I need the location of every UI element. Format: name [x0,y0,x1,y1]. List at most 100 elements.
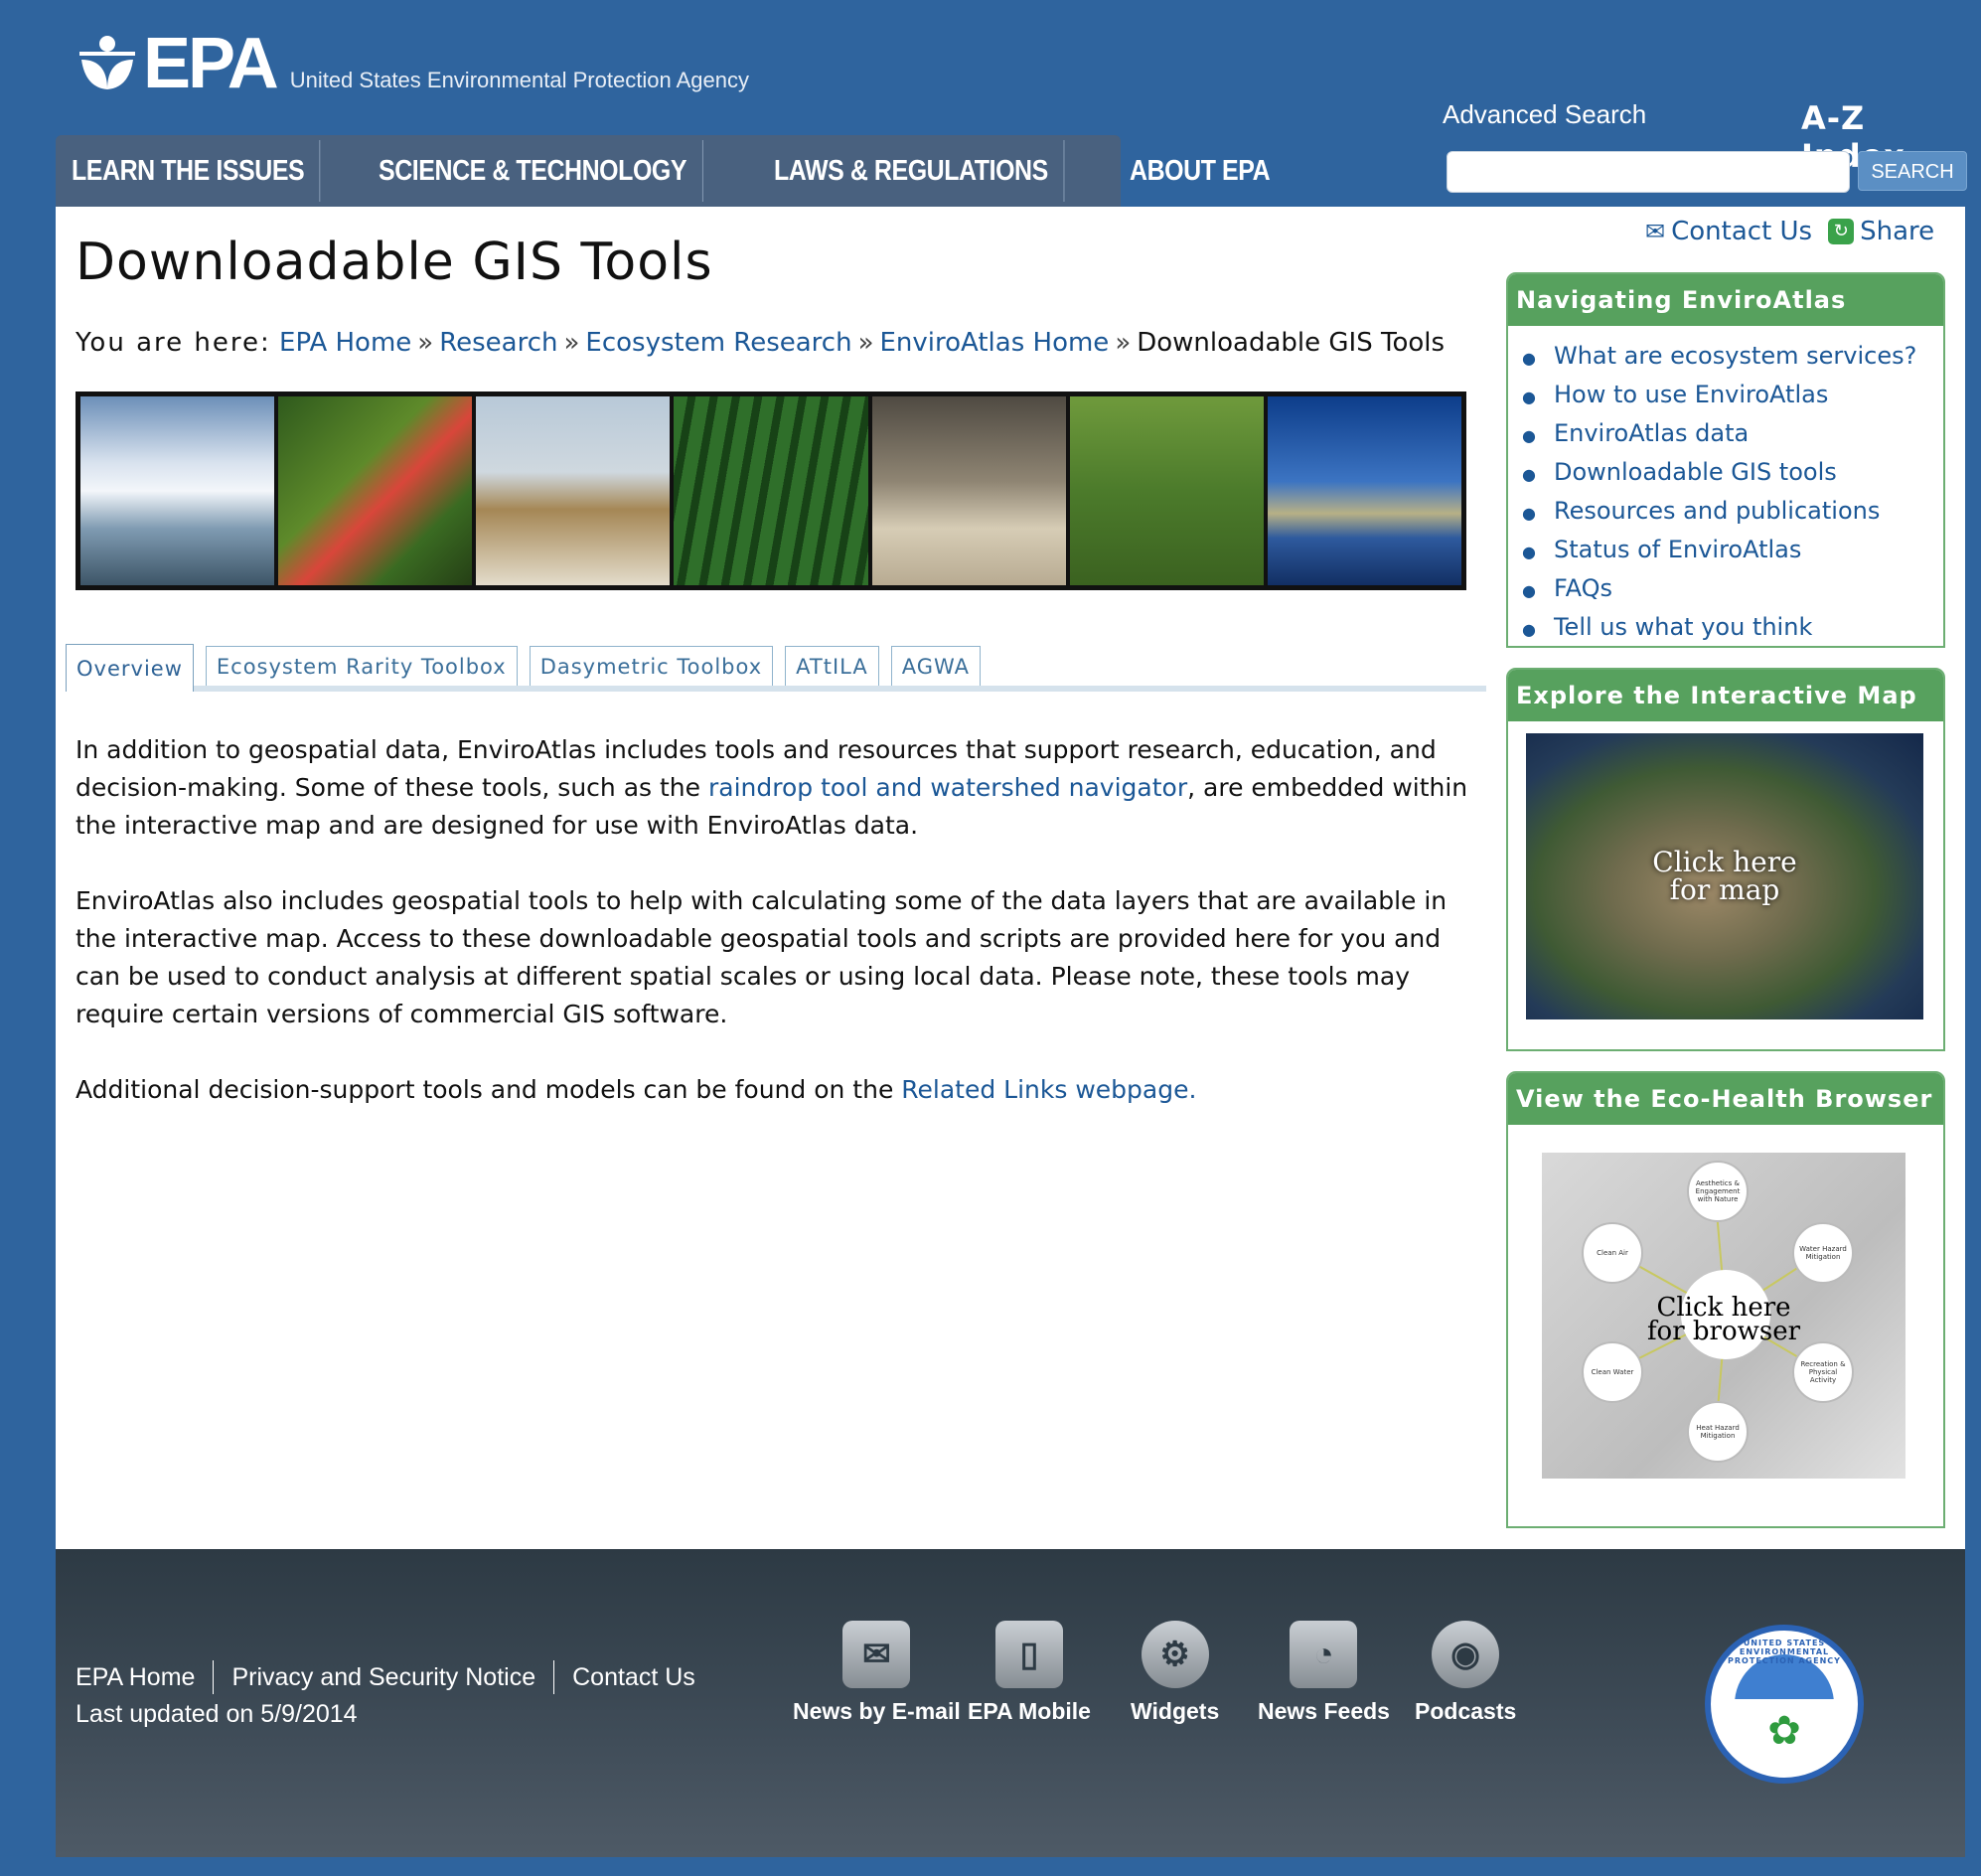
paragraph-1: In addition to geospatial data, EnviroAt… [76,731,1476,845]
last-updated: Last updated on 5/9/2014 [76,1700,358,1728]
link-status[interactable]: Status of EnviroAtlas [1554,536,1801,563]
eco-health-browser-thumbnail[interactable]: Aesthetics & Engagement with Nature Clea… [1542,1153,1905,1479]
eco-browser-label: Click here for browser [1542,1295,1905,1346]
widgets-label: Widgets [1131,1698,1220,1724]
list-item: ● How to use EnviroAtlas [1522,377,1943,415]
epa-logo[interactable]: EPA United States Environmental Protecti… [77,24,749,103]
tab-bar: Overview Ecosystem Rarity Toolbox Dasyme… [66,644,1486,692]
bullet-icon: ● [1522,620,1536,639]
link-downloadable-gis-tools[interactable]: Downloadable GIS tools [1554,458,1837,486]
paragraph-3: Additional decision-support tools and mo… [76,1071,1476,1109]
site-header: EPA United States Environmental Protecti… [0,0,1981,207]
eco-node-clean-air: Clean Air [1582,1222,1643,1284]
news-by-email-link[interactable]: ✉ News by E-mail [793,1621,961,1725]
link-tell-us[interactable]: Tell us what you think [1554,613,1812,641]
logo-text: EPA [143,24,279,103]
news-feeds-link[interactable]: ◔ News Feeds [1258,1621,1390,1725]
bullet-icon: ● [1522,581,1536,600]
link-how-to-use[interactable]: How to use EnviroAtlas [1554,381,1828,408]
podcast-icon: ◉ [1432,1621,1500,1688]
epa-flower-icon [79,36,135,89]
tab-overview[interactable]: Overview [66,644,194,692]
link-ecosystem-services[interactable]: What are ecosystem services? [1554,342,1916,370]
eco-node-heat-hazard: Heat Hazard Mitigation [1687,1401,1749,1463]
interactive-map-thumbnail[interactable]: Click here for map [1526,733,1923,1019]
nav-laws-regulations[interactable]: LAWS & REGULATIONS [774,140,1065,202]
breadcrumb-epa-home[interactable]: EPA Home [279,328,411,358]
widgets-link[interactable]: ⚙ Widgets [1131,1621,1219,1725]
paragraph-3-text: Additional decision-support tools and mo… [76,1075,902,1104]
nav-science-technology[interactable]: SCIENCE & TECHNOLOGY [379,140,703,202]
overview-text: In addition to geospatial data, EnviroAt… [76,731,1476,1147]
footer-contact-link[interactable]: Contact Us [572,1663,695,1691]
related-links-link[interactable]: Related Links webpage. [901,1075,1196,1104]
advanced-search-link[interactable]: Advanced Search [1443,99,1646,130]
footer-privacy-link[interactable]: Privacy and Security Notice [231,1663,535,1691]
link-faqs[interactable]: FAQs [1554,574,1612,602]
seal-flower-icon: ✿ [1735,1654,1834,1754]
breadcrumb-ecosystem-research[interactable]: Ecosystem Research [585,328,851,358]
search-button[interactable]: SEARCH [1858,151,1967,191]
bullet-icon: ● [1522,349,1536,368]
interactive-map-title: Explore the Interactive Map [1508,670,1943,721]
link-resources-publications[interactable]: Resources and publications [1554,497,1880,525]
eco-node-clean-water: Clean Water [1582,1341,1643,1403]
news-by-email-label: News by E-mail [793,1698,961,1724]
contact-us-link[interactable]: Contact Us [1671,217,1812,246]
agency-name: United States Environmental Protection A… [289,68,749,92]
list-item: ● What are ecosystem services? [1522,338,1943,377]
envelope-icon: ✉ [1645,218,1666,245]
breadcrumb-enviroatlas-home[interactable]: EnviroAtlas Home [879,328,1109,358]
map-label: Click here for map [1652,849,1796,904]
eco-node-aesthetics: Aesthetics & Engagement with Nature [1687,1161,1749,1222]
breadcrumb-separator: » [1115,328,1132,358]
dune-grass-photo [476,396,671,585]
site-footer: EPA Home Privacy and Security Notice Con… [56,1549,1965,1857]
map-label-line-2: for map [1669,873,1780,906]
enviroatlas-nav-list: ● What are ecosystem services? ● How to us… [1508,326,1943,648]
forest-walkers-photo [278,396,473,585]
glacier-photo [80,396,275,585]
gear-icon: ⚙ [1141,1621,1209,1688]
share-link[interactable]: Share [1860,217,1934,246]
paragraph-2: EnviroAtlas also includes geospatial too… [76,886,1448,1028]
search-input[interactable] [1447,151,1850,193]
list-item: ● Status of EnviroAtlas [1522,532,1943,570]
raindrop-tool-link[interactable]: raindrop tool and watershed navigator [708,773,1187,802]
list-item: ● EnviroAtlas data [1522,415,1943,454]
top-navigation: LEARN THE ISSUES SCIENCE & TECHNOLOGY LA… [56,135,1270,207]
children-running-photo [1069,396,1264,585]
list-item: ● FAQs [1522,570,1943,609]
link-enviroatlas-data[interactable]: EnviroAtlas data [1554,419,1749,447]
bullet-icon: ● [1522,543,1536,561]
nav-about-epa[interactable]: ABOUT EPA [1130,140,1286,202]
bullet-icon: ● [1522,426,1536,445]
breadcrumb-prefix: You are here: [76,328,271,358]
share-icon: ↻ [1828,219,1855,244]
epa-mobile-link[interactable]: ▯ EPA Mobile [968,1621,1091,1725]
breadcrumb-separator: » [563,328,580,358]
tab-dasymetric-toolbox[interactable]: Dasymetric Toolbox [529,646,774,686]
footer-epa-home-link[interactable]: EPA Home [76,1663,195,1691]
eco-node-recreation: Recreation & Physical Activity [1792,1341,1854,1403]
tab-agwa[interactable]: AGWA [890,646,981,686]
nav-learn-the-issues[interactable]: LEARN THE ISSUES [72,140,321,202]
seal-text: UNITED STATES ENVIRONMENTAL PROTECTION A… [1728,1639,1841,1665]
eco-label-line-2: for browser [1646,1317,1801,1346]
contact-share-bar: ✉ Contact Us ↻ Share [1645,217,1934,246]
podcasts-label: Podcasts [1415,1698,1517,1724]
mobile-phone-icon: ▯ [994,1621,1063,1688]
list-item: ● Tell us what you think [1522,609,1943,648]
epa-mobile-label: EPA Mobile [968,1698,1091,1724]
podcasts-link[interactable]: ◉ Podcasts [1415,1621,1516,1725]
rss-icon: ◔ [1290,1621,1358,1688]
tab-ecosystem-rarity-toolbox[interactable]: Ecosystem Rarity Toolbox [205,646,518,686]
navigating-enviroatlas-title: Navigating EnviroAtlas [1508,274,1943,326]
breadcrumb-research[interactable]: Research [439,328,557,358]
main-content: Downloadable GIS Tools You are here: EPA… [56,207,1965,1549]
eco-node-water-hazard: Water Hazard Mitigation [1792,1222,1854,1284]
footer-links: EPA Home Privacy and Security Notice Con… [76,1660,713,1694]
breadcrumb-current: Downloadable GIS Tools [1137,328,1446,358]
tab-attila[interactable]: ATtILA [785,646,879,686]
breadcrumb-separator: » [857,328,874,358]
